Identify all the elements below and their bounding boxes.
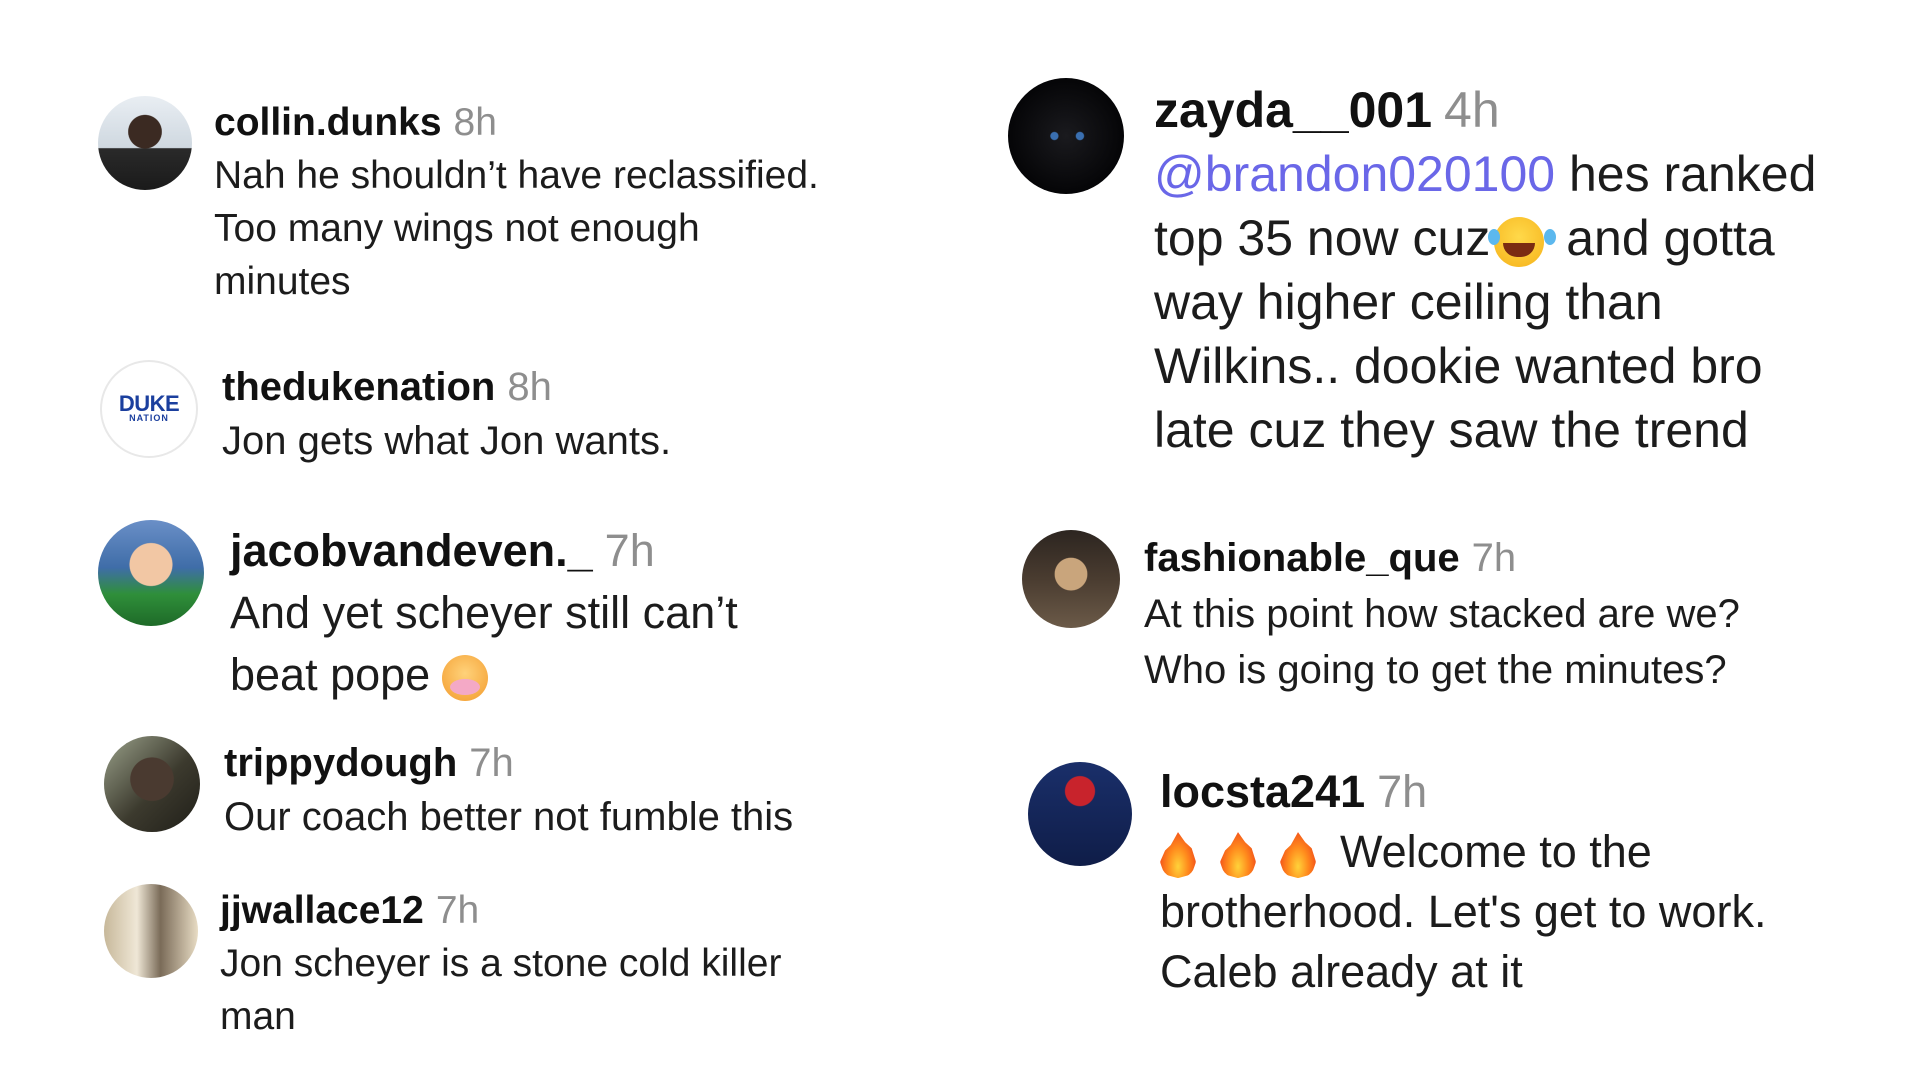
avatar[interactable] — [98, 96, 192, 190]
avatar[interactable] — [104, 884, 198, 978]
comment-item: trippydough 7h Our coach better not fumb… — [104, 736, 793, 844]
comment-item: DUKE NATION thedukenation 8h Jon gets wh… — [100, 360, 671, 468]
comment-text: Jon gets what Jon wants. — [222, 419, 672, 463]
comment-item: locsta241 7h Welcome to the brotherhood.… — [1028, 762, 1766, 1002]
timestamp: 4h — [1444, 82, 1500, 138]
username[interactable]: collin.dunks — [214, 96, 442, 149]
username[interactable]: fashionable_que — [1144, 530, 1460, 586]
username[interactable]: jjwallace12 — [220, 884, 424, 937]
mention-link[interactable]: @brandon020100 — [1154, 146, 1555, 202]
timestamp: 8h — [507, 365, 552, 409]
fire-icon — [1160, 832, 1196, 879]
laughing-tears-icon — [1488, 216, 1545, 267]
comment-item: jjwallace12 7h Jon scheyer is a stone co… — [104, 884, 781, 1043]
comment-text: At this point how stacked are we? Who is… — [1144, 592, 1740, 692]
comment-text: Nah he shouldn’t have reclassified. Too … — [214, 154, 819, 303]
timestamp: 7h — [1471, 536, 1517, 580]
username[interactable]: locsta241 — [1160, 762, 1365, 822]
comment-text: Our coach better not fumble this — [224, 795, 794, 839]
comment-text: And yet scheyer still can’t beat pope — [230, 587, 738, 702]
nauseated-face-icon — [442, 655, 489, 702]
comment-item: zayda__001 4h @brandon020100 hes ranked … — [1008, 78, 1816, 462]
comment-text: Welcome to the brotherhood. Let's get to… — [1160, 826, 1767, 997]
comment-item: fashionable_que 7h At this point how sta… — [1022, 530, 1740, 698]
timestamp: 8h — [453, 101, 497, 144]
avatar[interactable] — [104, 736, 200, 832]
comments-screenshot: collin.dunks 8h Nah he shouldn’t have re… — [0, 0, 1920, 1080]
timestamp: 7h — [604, 525, 655, 576]
username[interactable]: thedukenation — [222, 360, 495, 414]
avatar[interactable] — [1022, 530, 1120, 628]
avatar[interactable] — [98, 520, 204, 626]
timestamp: 7h — [435, 889, 480, 932]
timestamp: 7h — [1377, 766, 1428, 817]
black-cat-icon[interactable] — [1008, 78, 1124, 194]
comment-item: jacobvandeven._ 7h And yet scheyer still… — [98, 520, 738, 706]
comment-text: Jon scheyer is a stone cold killer man — [220, 942, 782, 1038]
duke-logo-icon[interactable]: DUKE NATION — [100, 360, 198, 458]
comment-text: @brandon020100 hes ranked top 35 now cuz… — [1154, 146, 1817, 458]
username[interactable]: jacobvandeven._ — [230, 520, 593, 582]
comment-item: collin.dunks 8h Nah he shouldn’t have re… — [98, 96, 819, 308]
fire-icon — [1280, 832, 1316, 879]
username[interactable]: trippydough — [224, 736, 457, 790]
username[interactable]: zayda__001 — [1154, 78, 1432, 142]
timestamp: 7h — [469, 741, 514, 785]
blue-devils-badge-icon[interactable] — [1028, 762, 1132, 866]
fire-icon — [1220, 832, 1256, 879]
